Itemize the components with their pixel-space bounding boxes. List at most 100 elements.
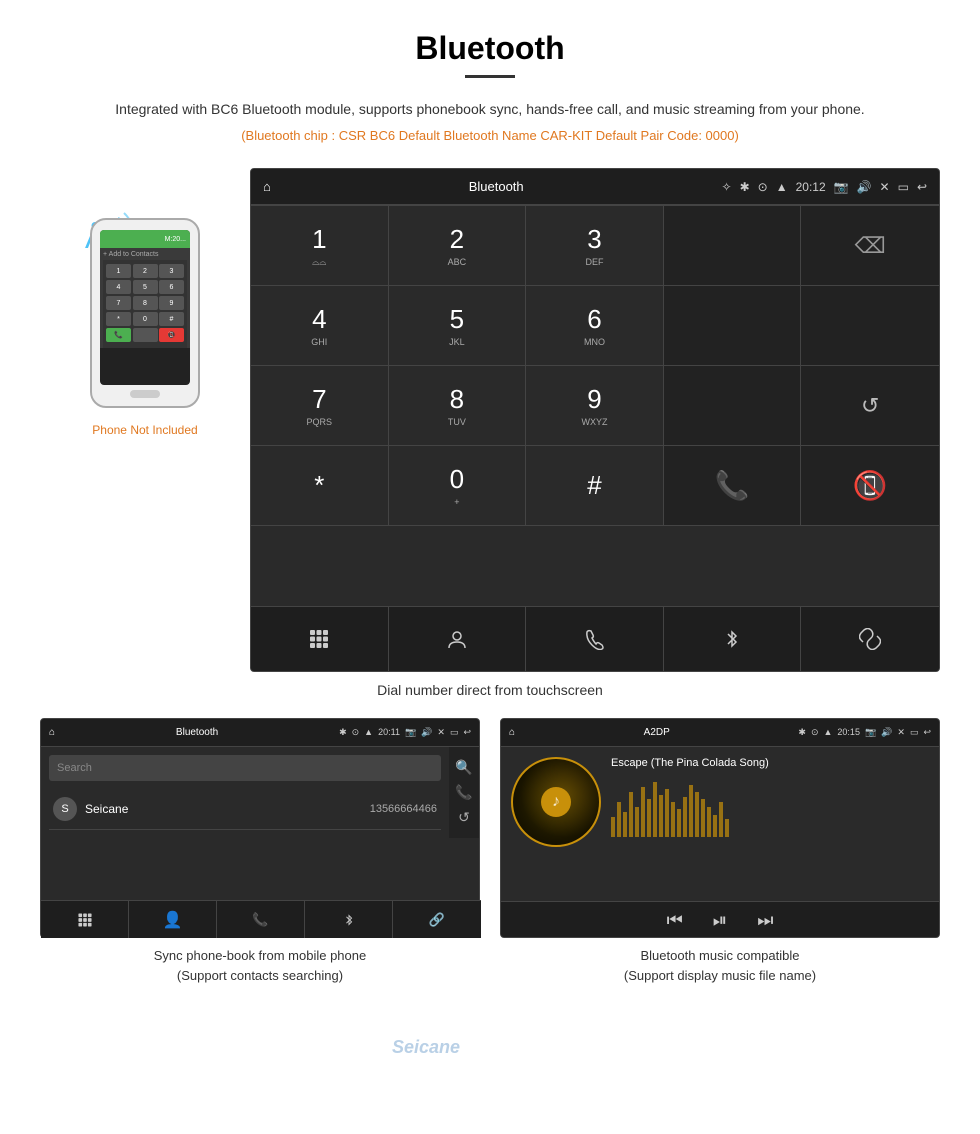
music-controls: ⏮ ⏯ ⏭: [501, 901, 939, 938]
phonebook-main: Search S Seicane 13566664466: [41, 747, 449, 838]
dial-key-3[interactable]: 3DEF: [526, 206, 664, 286]
dial-key-call-green[interactable]: 📞: [664, 446, 802, 526]
phone-home-button: [130, 390, 160, 398]
album-art: ♪: [511, 757, 601, 847]
dial-key-6[interactable]: 6MNO: [526, 286, 664, 366]
phonebook-screen: ⌂ Bluetooth ✱⊙▲ 20:11 📷🔊✕▭↩: [40, 718, 480, 938]
dial-screen-caption: Dial number direct from touchscreen: [40, 682, 940, 698]
volume-icon: 🔊: [857, 180, 872, 194]
dial-key-hash[interactable]: #: [526, 446, 664, 526]
close-icon: ✕: [880, 180, 890, 194]
bottom-link-icon[interactable]: [801, 607, 939, 671]
contact-row[interactable]: S Seicane 13566664466: [49, 789, 441, 830]
next-track-icon[interactable]: ⏭: [757, 910, 773, 931]
back-icon[interactable]: ↩: [917, 180, 927, 194]
dial-screen-header: ⌂ Bluetooth ✧ ✱ ⊙ ▲ 20:12 📷 🔊 ✕ ▭ ↩: [251, 169, 939, 205]
dial-key-backspace[interactable]: ⌫: [801, 206, 939, 286]
camera-icon: 📷: [834, 180, 849, 194]
phonebook-bottom-bar: 👤 📞 🔗: [41, 900, 480, 938]
header-right-icons: ✧ ✱ ⊙ ▲ 20:12 📷 🔊 ✕ ▭ ↩: [722, 180, 927, 194]
pb-bottom-bt[interactable]: [305, 901, 393, 938]
music-content: ♪ Escape (The Pina Colada Song): [501, 747, 939, 938]
sidebar-search-icon[interactable]: 🔍: [455, 759, 472, 776]
home-icon[interactable]: ⌂: [263, 179, 271, 194]
time-display: 20:12: [796, 180, 826, 194]
sidebar-refresh-icon[interactable]: ↺: [458, 809, 470, 826]
dial-cell-empty-1: [664, 206, 802, 286]
dial-cell-empty-3: [801, 286, 939, 366]
page-container: Bluetooth Integrated with BC6 Bluetooth …: [0, 0, 980, 1025]
bottom-dialpad-icon[interactable]: [251, 607, 389, 671]
dial-key-refresh[interactable]: ↺: [801, 366, 939, 446]
bottom-section: ⌂ Bluetooth ✱⊙▲ 20:11 📷🔊✕▭↩: [40, 718, 940, 985]
music-status-icons: ✱⊙▲ 20:15 📷🔊✕▭↩: [798, 727, 931, 738]
dial-key-star[interactable]: *: [251, 446, 389, 526]
phone-screen: M:20... + Add to Contacts 123 456: [100, 230, 190, 385]
description: Integrated with BC6 Bluetooth module, su…: [40, 98, 940, 120]
bottom-phone-icon[interactable]: [526, 607, 664, 671]
play-pause-icon[interactable]: ⏯: [713, 910, 727, 931]
music-time: 20:15: [837, 727, 860, 738]
signal-icon: ▲: [776, 180, 788, 194]
phonebook-screen-container: ⌂ Bluetooth ✱⊙▲ 20:11 📷🔊✕▭↩: [40, 718, 480, 938]
pb-bottom-phone[interactable]: 📞: [217, 901, 305, 938]
usb-icon: ✧: [722, 180, 732, 194]
bottom-contacts-icon[interactable]: [389, 607, 527, 671]
phonebook-caption-line1: Sync phone-book from mobile phone: [154, 948, 366, 963]
dial-key-9[interactable]: 9WXYZ: [526, 366, 664, 446]
location-icon: ⊙: [758, 180, 768, 194]
phonebook-time: 20:11: [378, 727, 400, 738]
phone-screen-header: M:20...: [100, 230, 190, 248]
phonebook-content: Search S Seicane 13566664466: [41, 747, 449, 838]
main-section: Å M:20... + Add to Contacts: [40, 168, 940, 672]
phonebook-status-icons: ✱⊙▲ 20:11 📷🔊✕▭↩: [339, 727, 471, 738]
music-caption-line1: Bluetooth music compatible: [641, 948, 800, 963]
screen-icon: ▭: [898, 180, 909, 194]
dial-key-call-red[interactable]: 📵: [801, 446, 939, 526]
music-song-title: Escape (The Pina Colada Song): [611, 757, 929, 769]
dialpad: 1⌓⌓ 2ABC 3DEF ⌫ 4GHI 5JKL: [251, 205, 939, 606]
dial-cell-empty-2: [664, 286, 802, 366]
phonebook-body: Search S Seicane 13566664466 🔍: [41, 747, 479, 838]
phonebook-title: Bluetooth: [55, 727, 339, 738]
prev-track-icon[interactable]: ⏮: [667, 910, 683, 931]
dial-screen: ⌂ Bluetooth ✧ ✱ ⊙ ▲ 20:12 📷 🔊 ✕ ▭ ↩: [250, 168, 940, 672]
bottom-bluetooth-icon[interactable]: [664, 607, 802, 671]
phone-not-included-label: Phone Not Included: [92, 423, 197, 437]
dial-key-5[interactable]: 5JKL: [389, 286, 527, 366]
dial-key-0[interactable]: 0+: [389, 446, 527, 526]
contact-number: 13566664466: [370, 803, 437, 815]
music-screen: ⌂ A2DP ✱⊙▲ 20:15 📷🔊✕▭↩ ♪: [500, 718, 940, 938]
dial-key-4[interactable]: 4GHI: [251, 286, 389, 366]
music-title: A2DP: [515, 727, 798, 738]
music-caption-line2: (Support display music file name): [624, 968, 816, 983]
header-left-icons: ⌂: [263, 179, 271, 194]
music-visualizer: [611, 777, 929, 837]
dial-key-8[interactable]: 8TUV: [389, 366, 527, 446]
phonebook-search-bar[interactable]: Search: [49, 755, 441, 781]
phonebook-header: ⌂ Bluetooth ✱⊙▲ 20:11 📷🔊✕▭↩: [41, 719, 479, 747]
bluetooth-info: (Bluetooth chip : CSR BC6 Default Blueto…: [40, 128, 940, 143]
phone-container: Å M:20... + Add to Contacts: [40, 168, 250, 437]
page-title: Bluetooth: [40, 30, 940, 67]
music-wrap: ⌂ A2DP ✱⊙▲ 20:15 📷🔊✕▭↩ ♪: [500, 718, 940, 985]
phone-illustration: Å M:20... + Add to Contacts: [80, 198, 210, 418]
phonebook-sidebar: 🔍 📞 ↺: [449, 747, 479, 838]
title-underline: [465, 75, 515, 78]
music-caption: Bluetooth music compatible (Support disp…: [500, 946, 940, 985]
pb-bottom-dialpad[interactable]: [41, 901, 129, 938]
phonebook-caption-line2: (Support contacts searching): [177, 968, 343, 983]
music-info: Escape (The Pina Colada Song): [611, 757, 929, 891]
dial-key-7[interactable]: 7PQRS: [251, 366, 389, 446]
sidebar-call-icon[interactable]: 📞: [455, 784, 472, 801]
dial-key-2[interactable]: 2ABC: [389, 206, 527, 286]
phonebook-wrap: ⌂ Bluetooth ✱⊙▲ 20:11 📷🔊✕▭↩: [40, 718, 480, 985]
phonebook-caption: Sync phone-book from mobile phone (Suppo…: [40, 946, 480, 985]
dial-key-1[interactable]: 1⌓⌓: [251, 206, 389, 286]
bluetooth-icon: ✱: [740, 180, 750, 194]
pb-bottom-person[interactable]: 👤: [129, 901, 217, 938]
contact-name: Seicane: [85, 802, 370, 816]
contact-avatar: S: [53, 797, 77, 821]
music-header: ⌂ A2DP ✱⊙▲ 20:15 📷🔊✕▭↩: [501, 719, 939, 747]
pb-bottom-link[interactable]: 🔗: [393, 901, 480, 938]
